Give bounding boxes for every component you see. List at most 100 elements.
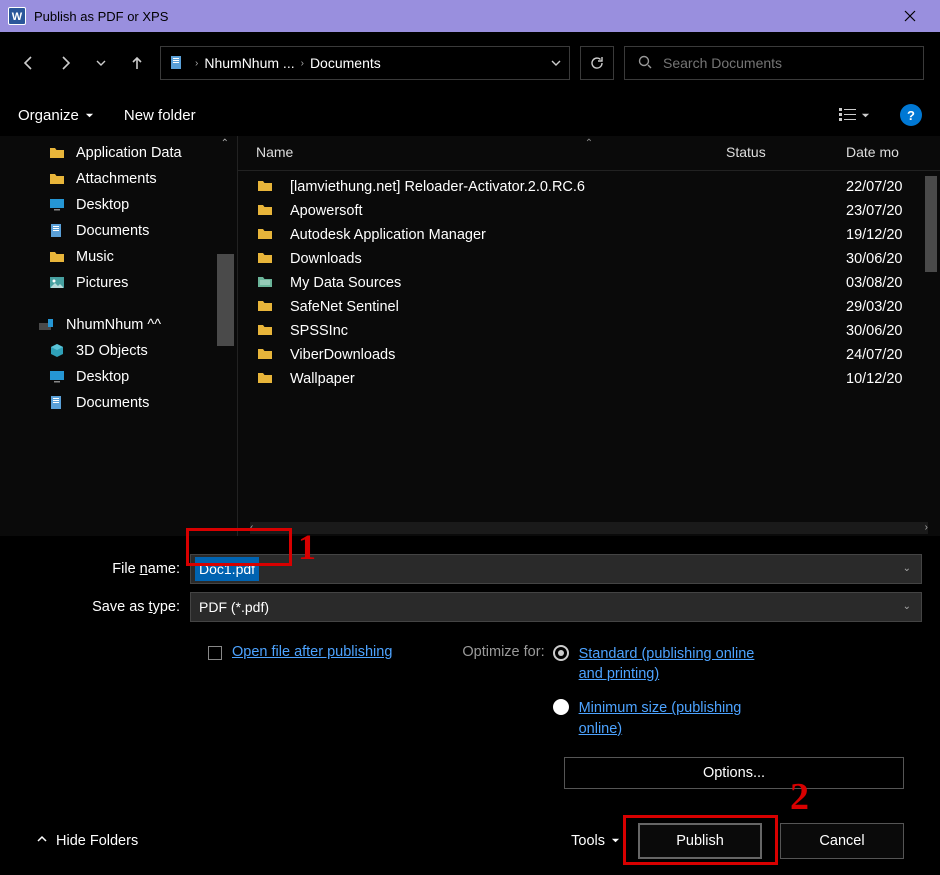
saveastype-value: PDF (*.pdf) <box>199 599 269 615</box>
search-box[interactable] <box>624 46 924 80</box>
sidebar-item-label: Music <box>76 249 114 265</box>
pc-icon <box>38 317 56 333</box>
pictures-icon <box>48 275 66 291</box>
sidebar-item[interactable]: Desktop <box>0 364 237 390</box>
column-date[interactable]: Date mo <box>846 144 922 160</box>
tools-button[interactable]: Tools <box>571 833 620 849</box>
breadcrumb-seg[interactable]: Documents <box>310 55 381 71</box>
file-row[interactable]: Wallpaper10/12/20 <box>256 367 922 391</box>
file-date: 19/12/20 <box>846 227 922 243</box>
file-row[interactable]: Autodesk Application Manager19/12/20 <box>256 223 922 247</box>
sidebar-item[interactable]: 3D Objects <box>0 338 237 364</box>
breadcrumb-seg[interactable]: NhumNhum ... <box>204 55 294 71</box>
file-row[interactable]: My Data Sources03/08/20 <box>256 271 922 295</box>
file-name: Apowersoft <box>290 203 726 219</box>
scroll-up-icon[interactable]: ⌃ <box>221 138 229 149</box>
publish-button[interactable]: Publish <box>638 823 762 859</box>
folder-icon <box>256 250 276 268</box>
folder-icon <box>48 145 66 161</box>
sidebar-item[interactable]: Pictures <box>0 270 237 296</box>
filearea-hscroll[interactable]: ‹ › <box>250 522 928 534</box>
filearea-scrollbar[interactable] <box>925 176 937 272</box>
filename-combo[interactable]: Doc1.pdf ⌄ <box>190 554 922 584</box>
sidebar-item[interactable]: Desktop <box>0 192 237 218</box>
sidebar-item-pc[interactable]: NhumNhum ^^ <box>0 312 237 338</box>
chevron-right-icon[interactable]: › <box>195 58 198 69</box>
scroll-left-icon[interactable]: ‹ <box>250 522 253 533</box>
new-folder-button[interactable]: New folder <box>124 107 196 124</box>
filename-label: File name: <box>18 561 190 577</box>
sidebar-item-label: Desktop <box>76 369 129 385</box>
sidebar-item[interactable]: Music <box>0 244 237 270</box>
sidebar-item-label: 3D Objects <box>76 343 148 359</box>
sidebar-item[interactable]: Attachments <box>0 166 237 192</box>
filename-value[interactable]: Doc1.pdf <box>195 557 259 581</box>
forward-button[interactable] <box>52 50 78 76</box>
organize-button[interactable]: Organize <box>18 107 94 124</box>
hide-folders-label: Hide Folders <box>56 833 138 849</box>
file-date: 30/06/20 <box>846 251 922 267</box>
file-row[interactable]: SafeNet Sentinel29/03/20 <box>256 295 922 319</box>
hide-folders-button[interactable]: Hide Folders <box>36 833 138 849</box>
file-row[interactable]: SPSSInc30/06/20 <box>256 319 922 343</box>
folder-icon <box>256 226 276 244</box>
cancel-button[interactable]: Cancel <box>780 823 904 859</box>
help-button[interactable]: ? <box>900 104 922 126</box>
saveastype-combo[interactable]: PDF (*.pdf) ⌄ <box>190 592 922 622</box>
optimize-minimum-label[interactable]: Minimum size (publishing online) <box>579 698 779 739</box>
optimize-standard-label[interactable]: Standard (publishing online and printing… <box>579 644 779 685</box>
column-name[interactable]: Name <box>256 144 726 160</box>
sidebar-item[interactable]: Application Data <box>0 140 237 166</box>
sidebar-item-label: Attachments <box>76 171 157 187</box>
file-row[interactable]: Apowersoft23/07/20 <box>256 199 922 223</box>
file-name: Downloads <box>290 251 726 267</box>
breadcrumb[interactable]: › NhumNhum ... › Documents <box>160 46 570 80</box>
sidebar-item[interactable]: Documents <box>0 390 237 416</box>
search-icon <box>637 54 653 73</box>
file-date: 24/07/20 <box>846 347 922 363</box>
chevron-right-icon[interactable]: › <box>301 58 304 69</box>
datasources-icon <box>256 274 276 292</box>
nav-row: › NhumNhum ... › Documents <box>0 32 940 94</box>
close-button[interactable] <box>888 0 932 32</box>
sidebar-item-label: Pictures <box>76 275 128 291</box>
file-name: Wallpaper <box>290 371 726 387</box>
optimize-minimum-radio[interactable] <box>553 699 569 715</box>
options-button[interactable]: Options... <box>564 757 904 789</box>
chevron-down-icon[interactable]: ⌄ <box>903 563 911 574</box>
scroll-down-icon[interactable]: ⌄ <box>221 523 229 534</box>
file-row[interactable]: ViberDownloads 24/07/20 <box>256 343 922 367</box>
sidebar-item-label: Documents <box>76 223 149 239</box>
search-input[interactable] <box>663 55 911 71</box>
sidebar-item[interactable]: Documents <box>0 218 237 244</box>
chevron-up-icon <box>36 833 48 849</box>
recent-dropdown-icon[interactable] <box>88 50 114 76</box>
chevron-down-icon <box>85 107 94 124</box>
chevron-down-icon[interactable]: ⌄ <box>903 601 911 612</box>
file-list: [lamviethung.net] Reloader-Activator.2.0… <box>238 171 940 536</box>
sort-indicator-icon: ⌃ <box>585 138 593 149</box>
optimize-standard-radio[interactable] <box>553 645 569 661</box>
document-icon <box>48 395 66 411</box>
open-after-checkbox[interactable] <box>208 646 222 660</box>
file-name: [lamviethung.net] Reloader-Activator.2.0… <box>290 179 726 195</box>
scroll-right-icon[interactable]: › <box>925 522 928 533</box>
refresh-button[interactable] <box>580 46 614 80</box>
up-button[interactable] <box>124 50 150 76</box>
document-icon <box>48 223 66 239</box>
open-after-label[interactable]: Open file after publishing <box>232 644 392 660</box>
column-status[interactable]: Status <box>726 144 846 160</box>
back-button[interactable] <box>16 50 42 76</box>
toolbar: Organize New folder ? <box>0 94 940 136</box>
desktop-icon <box>48 197 66 213</box>
file-row[interactable]: Downloads 30/06/20 <box>256 247 922 271</box>
view-button[interactable] <box>839 107 870 123</box>
chevron-down-icon[interactable] <box>551 55 561 71</box>
file-row[interactable]: [lamviethung.net] Reloader-Activator.2.0… <box>256 175 922 199</box>
organize-label: Organize <box>18 107 79 124</box>
file-name: ViberDownloads <box>290 347 726 363</box>
folder-icon <box>256 178 276 196</box>
sidebar-scrollbar[interactable] <box>217 254 234 346</box>
word-icon <box>8 7 26 25</box>
file-date: 03/08/20 <box>846 275 922 291</box>
